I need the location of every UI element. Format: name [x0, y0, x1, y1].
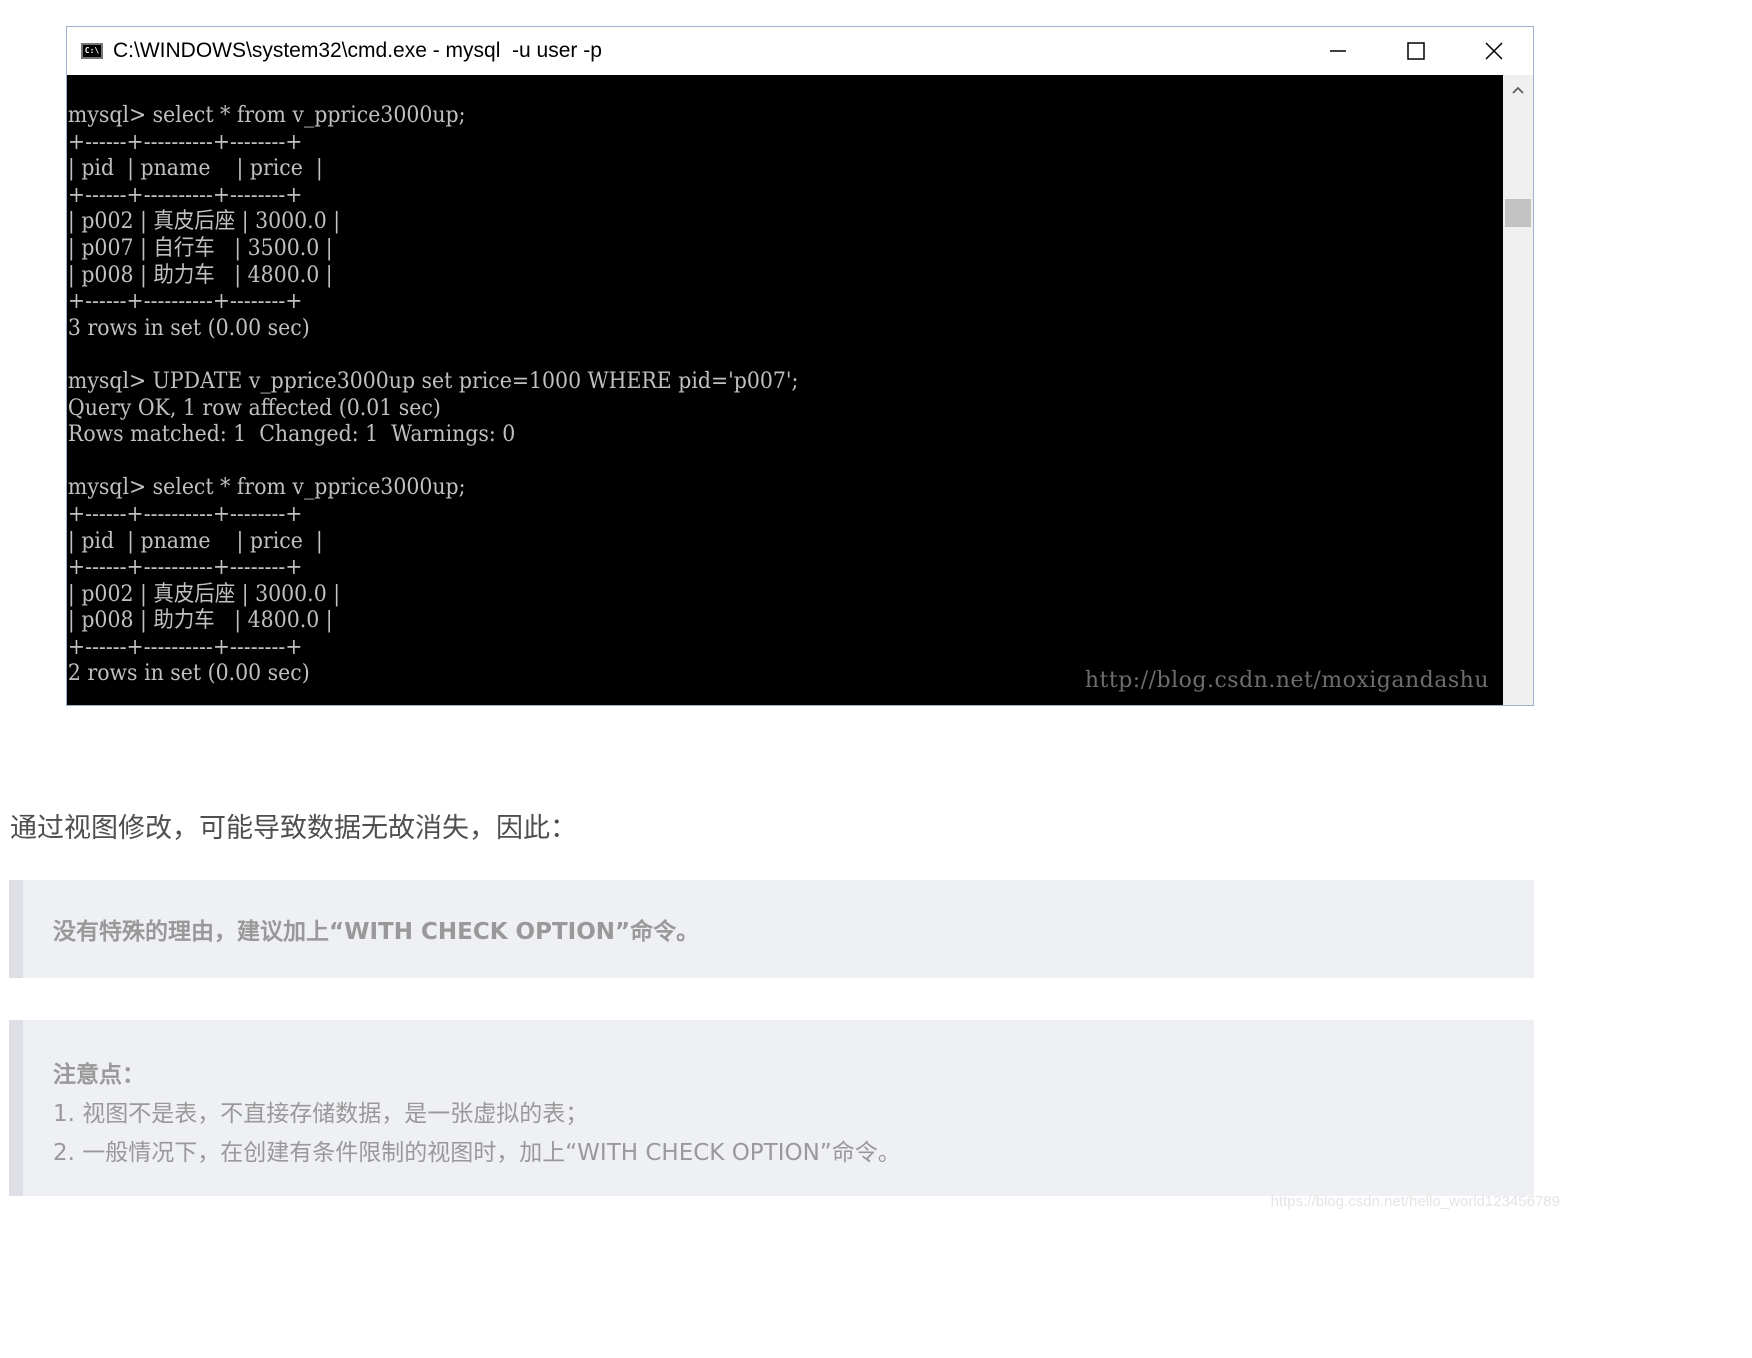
close-button[interactable]: [1455, 27, 1533, 75]
maximize-icon: [1407, 42, 1425, 60]
article-paragraph: 通过视图修改，可能导致数据无故消失，因此：: [10, 813, 577, 844]
minimize-button[interactable]: [1299, 27, 1377, 75]
notes-item-2: 2. 一般情况下，在创建有条件限制的视图时，加上“WITH CHECK OPTI…: [53, 1140, 901, 1166]
close-icon: [1485, 42, 1503, 60]
vertical-scrollbar[interactable]: [1503, 75, 1533, 705]
cmd-window: C:\ C:\WINDOWS\system32\cmd.exe - mysql …: [66, 26, 1534, 706]
chevron-up-icon: [1512, 86, 1524, 94]
window-title: C:\WINDOWS\system32\cmd.exe - mysql -u u…: [113, 39, 602, 62]
minimize-icon: [1330, 50, 1346, 52]
blockquote-text: 没有特殊的理由，建议加上“WITH CHECK OPTION”命令。: [53, 919, 700, 945]
maximize-button[interactable]: [1377, 27, 1455, 75]
notes-item-1: 1. 视图不是表，不直接存储数据，是一张虚拟的表；: [53, 1101, 589, 1127]
notes-heading: 注意点：: [53, 1062, 145, 1088]
console-watermark: http://blog.csdn.net/moxigandashu: [1084, 668, 1489, 693]
blockquote-notes: 注意点： 1. 视图不是表，不直接存储数据，是一张虚拟的表； 2. 一般情况下，…: [9, 1020, 1534, 1196]
window-controls: [1299, 27, 1533, 75]
console-text: mysql> select * from v_pprice3000up; +--…: [67, 103, 799, 687]
blockquote-recommendation: 没有特殊的理由，建议加上“WITH CHECK OPTION”命令。: [9, 880, 1534, 978]
cmd-icon: C:\: [81, 43, 103, 59]
scroll-up-button[interactable]: [1503, 79, 1533, 101]
console-output[interactable]: mysql> select * from v_pprice3000up; +--…: [67, 75, 1505, 705]
window-titlebar[interactable]: C:\ C:\WINDOWS\system32\cmd.exe - mysql …: [67, 27, 1533, 75]
scroll-thumb[interactable]: [1505, 199, 1531, 227]
page-watermark: https://blog.csdn.net/hello_world1234567…: [1270, 1193, 1560, 1210]
